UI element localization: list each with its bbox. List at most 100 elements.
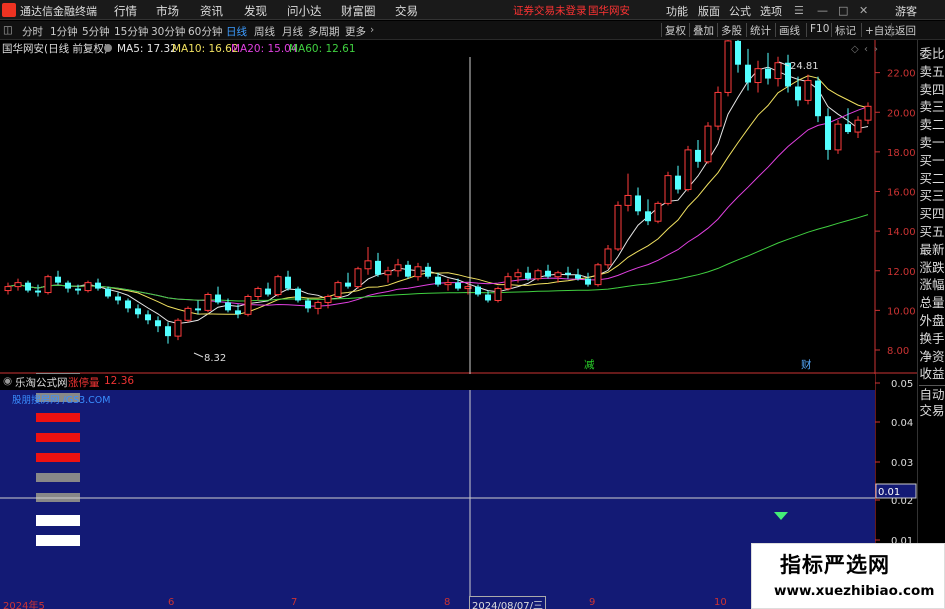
menu-formula[interactable]: 公式: [729, 3, 751, 19]
candle[interactable]: [204, 292, 212, 313]
toolbar-multi-stock[interactable]: 多股: [717, 23, 742, 37]
toolbar-draw[interactable]: 画线: [775, 23, 800, 37]
indicator-tick-label: 0.03: [891, 458, 913, 469]
indicator-series-value: 12.36: [104, 375, 135, 387]
candle[interactable]: [594, 262, 602, 287]
candle[interactable]: [184, 306, 192, 323]
financial-report-marker[interactable]: 财: [801, 358, 812, 371]
side-item[interactable]: 买一: [919, 152, 945, 169]
diamond-icon[interactable]: ◇: [851, 44, 859, 55]
candle[interactable]: [684, 145, 692, 192]
toolbar-stats[interactable]: 统计: [746, 23, 771, 37]
side-item[interactable]: 卖五: [919, 63, 945, 80]
side-item[interactable]: 总量: [919, 294, 945, 311]
candle[interactable]: [815, 76, 821, 123]
guest-account[interactable]: 游客: [895, 3, 917, 19]
menu-options[interactable]: 选项: [760, 3, 782, 19]
menu-ask[interactable]: 问小达: [287, 3, 322, 19]
candle[interactable]: [534, 268, 542, 281]
menu-discover[interactable]: 发现: [244, 3, 267, 19]
kline-chart[interactable]: 24.0022.0020.0018.0016.0014.0012.0010.00…: [0, 40, 917, 609]
toolbar-back[interactable]: 返回: [891, 23, 916, 37]
side-item[interactable]: 收益: [919, 365, 945, 382]
menu-wealth[interactable]: 财富圈: [341, 3, 376, 19]
candle[interactable]: [44, 274, 52, 295]
menu-news[interactable]: 资讯: [200, 3, 223, 19]
period-15min[interactable]: 15分钟: [114, 24, 148, 39]
period-5min[interactable]: 5分钟: [82, 24, 110, 39]
candle[interactable]: [714, 86, 722, 131]
side-item[interactable]: 卖四: [919, 81, 945, 98]
indicator-name[interactable]: 乐淘公式网: [15, 375, 68, 390]
candle[interactable]: [724, 40, 732, 97]
reduce-holding-marker[interactable]: 减: [584, 359, 595, 371]
candle[interactable]: [664, 171, 672, 206]
candle[interactable]: [84, 280, 92, 293]
side-item[interactable]: 买四: [919, 205, 945, 222]
trade-login-warning[interactable]: 证券交易未登录: [513, 3, 587, 18]
side-item[interactable]: 买二: [919, 170, 945, 187]
menu-trade[interactable]: 交易: [395, 3, 418, 19]
menu-layout[interactable]: 版面: [698, 3, 720, 19]
candle[interactable]: [334, 280, 342, 299]
candle[interactable]: [834, 120, 842, 154]
period-60min[interactable]: 60分钟: [188, 24, 222, 39]
side-item[interactable]: 买五: [919, 223, 945, 240]
window-close-icon[interactable]: ✕: [859, 4, 868, 17]
window-minimize-icon[interactable]: —: [817, 4, 828, 17]
candle[interactable]: [274, 274, 282, 297]
side-item[interactable]: 净资: [919, 348, 945, 365]
window-menu-icon[interactable]: ☰: [794, 4, 804, 17]
side-button[interactable]: 交易: [919, 402, 945, 419]
candle[interactable]: [614, 201, 622, 251]
period-multi[interactable]: 多周期: [308, 24, 340, 39]
period-more[interactable]: 更多: [345, 24, 366, 39]
side-item[interactable]: 卖一: [919, 134, 945, 151]
panel-toggle-icon[interactable]: ◫: [3, 24, 13, 36]
menu-quotes[interactable]: 行情: [114, 3, 137, 19]
chevron-right-icon[interactable]: ›: [370, 24, 374, 36]
side-item[interactable]: 卖二: [919, 116, 945, 133]
candle[interactable]: [295, 286, 301, 303]
side-item[interactable]: 最新: [919, 241, 945, 258]
candle[interactable]: [604, 244, 612, 269]
candle[interactable]: [354, 266, 362, 289]
ma60-label: MA60: 12.61: [289, 43, 356, 55]
settings-dropdown-icon[interactable]: [104, 44, 112, 52]
side-button[interactable]: 自动: [919, 385, 945, 403]
side-item[interactable]: 买三: [919, 187, 945, 204]
side-item[interactable]: 卖三: [919, 98, 945, 115]
expand-icon[interactable]: ›: [874, 44, 878, 55]
period-weekly[interactable]: 周线: [254, 24, 275, 39]
candle[interactable]: [494, 286, 502, 303]
toolbar-adjust[interactable]: 复权: [661, 23, 686, 37]
side-item[interactable]: 外盘: [919, 312, 945, 329]
period-1min[interactable]: 1分钟: [50, 24, 78, 39]
current-stock-link[interactable]: 国华网安: [588, 3, 630, 18]
toolbar-add-watchlist[interactable]: +自选: [861, 23, 895, 37]
candle[interactable]: [654, 201, 662, 224]
candle[interactable]: [704, 122, 712, 164]
crosshair-date-label: 2024/08/07/三: [469, 596, 547, 609]
menu-market[interactable]: 市场: [156, 3, 179, 19]
candle[interactable]: [244, 294, 252, 317]
side-item[interactable]: 涨幅: [919, 276, 945, 293]
side-item[interactable]: 涨跌: [919, 259, 945, 276]
top-menu-bar: 通达信金融终端 行情 市场 资讯 发现 问小达 财富圈 交易 证券交易未登录 国…: [0, 0, 945, 20]
toolbar-overlay[interactable]: 叠加: [689, 23, 714, 37]
window-maximize-icon[interactable]: □: [838, 4, 848, 17]
period-intraday[interactable]: 分时: [22, 24, 43, 39]
side-item[interactable]: 委比: [919, 45, 945, 62]
toolbar-f10[interactable]: F10: [806, 23, 829, 37]
menu-functions[interactable]: 功能: [666, 3, 688, 19]
indicator-source-label: 股朋搜房网 /GS3.COM: [12, 394, 110, 406]
toolbar-mark[interactable]: 标记: [831, 23, 856, 37]
period-30min[interactable]: 30分钟: [151, 24, 185, 39]
period-daily[interactable]: 日线: [226, 24, 247, 39]
side-item[interactable]: 换手: [919, 330, 945, 347]
date-month-8: 8: [444, 597, 451, 608]
indicator-tick-label: 0.04: [891, 418, 913, 429]
period-monthly[interactable]: 月线: [282, 24, 303, 39]
indicator-dropdown-icon[interactable]: ◉: [3, 375, 12, 387]
collapse-icon[interactable]: ‹: [864, 44, 868, 55]
